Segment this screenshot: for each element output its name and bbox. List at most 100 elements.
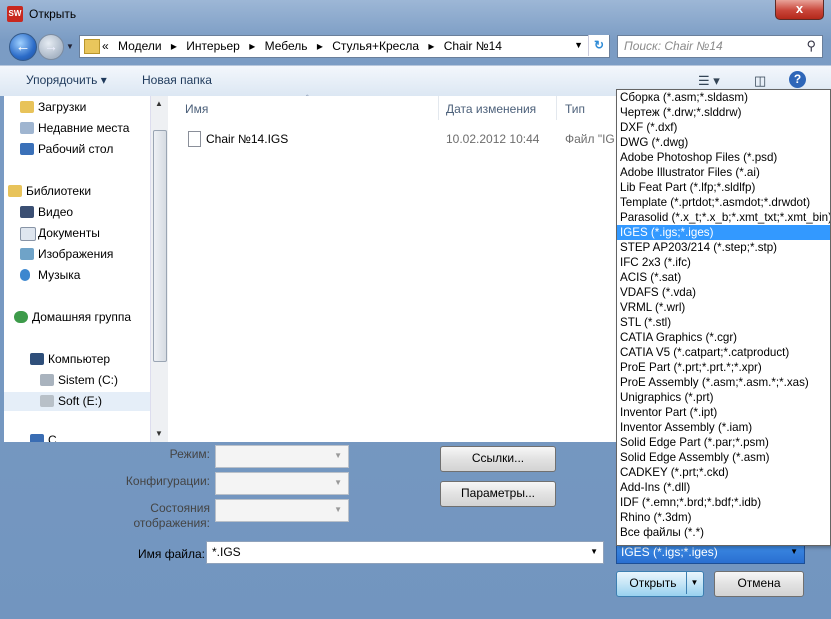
nav-item-desktop[interactable]: Рабочий стол (20, 142, 113, 160)
file-type-option[interactable]: STEP AP203/214 (*.step;*.stp) (617, 240, 830, 255)
options-button[interactable]: Параметры... (440, 481, 556, 507)
navigation-pane[interactable]: Загрузки Недавние места Рабочий стол Биб… (4, 96, 150, 442)
nav-item-drive-e[interactable]: Soft (E:) (40, 394, 102, 412)
nav-item-music[interactable]: Музыка (20, 268, 80, 286)
scroll-down-icon[interactable]: ▼ (155, 429, 163, 438)
forward-arrow-icon[interactable]: → (38, 34, 64, 60)
nav-scrollbar[interactable]: ▲ ▼ (150, 96, 168, 442)
file-type-option[interactable]: IFC 2x3 (*.ifc) (617, 255, 830, 270)
breadcrumb-item[interactable]: Chair №14 (444, 39, 502, 53)
file-type-option[interactable]: Сборка (*.asm;*.sldasm) (617, 90, 830, 105)
column-separator[interactable] (556, 96, 557, 120)
nav-item-video[interactable]: Видео (20, 205, 73, 223)
new-folder-button[interactable]: Новая папка (142, 73, 212, 87)
breadcrumb-overflow[interactable]: « (102, 39, 109, 53)
file-type-option[interactable]: CADKEY (*.prt;*.ckd) (617, 465, 830, 480)
file-type-option[interactable]: Lib Feat Part (*.lfp;*.sldlfp) (617, 180, 830, 195)
nav-item-computer[interactable]: Компьютер (30, 352, 111, 370)
breadcrumb-item[interactable]: Стулья+Кресла (332, 39, 419, 53)
file-type-option[interactable]: DXF (*.dxf) (617, 120, 830, 135)
filename-input[interactable]: *.IGS ▼ (206, 541, 604, 564)
search-input[interactable]: Поиск: Chair №14 ⚲ (617, 35, 823, 58)
desktop-icon (20, 143, 34, 155)
breadcrumb-item[interactable]: Интерьер (186, 39, 240, 53)
file-type-option[interactable]: VRML (*.wrl) (617, 300, 830, 315)
nav-item-network[interactable]: С... (30, 433, 67, 442)
file-type-option[interactable]: Adobe Illustrator Files (*.ai) (617, 165, 830, 180)
file-type-option[interactable]: Adobe Photoshop Files (*.psd) (617, 150, 830, 165)
view-options-icon[interactable]: ☰ ▾ (698, 73, 720, 89)
column-header-date[interactable]: Дата изменения (446, 102, 536, 116)
music-note-icon (20, 269, 30, 281)
drive-icon (40, 395, 54, 407)
file-type-option[interactable]: IDF (*.emn;*.brd;*.bdf;*.idb) (617, 495, 830, 510)
video-icon (20, 206, 34, 218)
address-dropdown-icon[interactable]: ▼ (574, 40, 583, 50)
title-bar[interactable]: SW Открыть x (0, 0, 831, 30)
column-header-type[interactable]: Тип (565, 102, 585, 116)
open-options-chevron-icon[interactable]: ▼ (686, 572, 702, 594)
recent-locations-chevron-icon[interactable]: ▼ (66, 42, 74, 51)
file-type-option[interactable]: CATIA Graphics (*.cgr) (617, 330, 830, 345)
file-type-option[interactable]: VDAFS (*.vda) (617, 285, 830, 300)
file-type-option[interactable]: Solid Edge Assembly (*.asm) (617, 450, 830, 465)
references-button[interactable]: Ссылки... (440, 446, 556, 472)
file-type-dropdown-list[interactable]: Сборка (*.asm;*.sldasm) Чертеж (*.drw;*.s… (616, 89, 831, 546)
breadcrumb-separator[interactable]: ▸ (171, 39, 177, 53)
nav-item-pictures[interactable]: Изображения (20, 247, 114, 265)
breadcrumb-separator[interactable]: ▸ (249, 39, 255, 53)
documents-icon (20, 227, 36, 241)
file-type-option[interactable]: IGES (*.igs;*.iges) (617, 225, 830, 240)
chevron-down-icon[interactable]: ▼ (590, 547, 598, 556)
nav-item-label: Изображения (38, 247, 114, 261)
file-type-option[interactable]: ProE Assembly (*.asm;*.asm.*;*.xas) (617, 375, 830, 390)
file-type-option[interactable]: Inventor Part (*.ipt) (617, 405, 830, 420)
nav-item-recent[interactable]: Недавние места (20, 121, 129, 139)
column-header-name[interactable]: Имя (185, 102, 208, 116)
file-type-option[interactable]: ProE Part (*.prt;*.prt.*;*.xpr) (617, 360, 830, 375)
recent-places-icon (20, 122, 34, 134)
file-type-option[interactable]: Solid Edge Part (*.par;*.psm) (617, 435, 830, 450)
search-icon[interactable]: ⚲ (806, 38, 816, 54)
search-placeholder: Поиск: Chair №14 (624, 39, 723, 53)
configurations-label: Конфигурации: (125, 474, 210, 488)
address-bar[interactable]: « Модели ▸ Интерьер ▸ Мебель ▸ Стулья+Кр… (79, 35, 610, 58)
back-arrow-icon[interactable]: ← (9, 33, 37, 61)
nav-item-downloads[interactable]: Загрузки (20, 100, 86, 118)
file-type-option[interactable]: Parasolid (*.x_t;*.x_b;*.xmt_txt;*.xmt_b… (617, 210, 830, 225)
scroll-up-icon[interactable]: ▲ (155, 99, 163, 108)
file-type-option[interactable]: Inventor Assembly (*.iam) (617, 420, 830, 435)
breadcrumb-item[interactable]: Мебель (265, 39, 308, 53)
nav-item-label: Sistem (C:) (58, 373, 118, 387)
refresh-icon[interactable]: ↻ (588, 35, 609, 56)
nav-item-libraries[interactable]: Библиотеки (8, 184, 91, 202)
close-button[interactable]: x (775, 0, 824, 20)
nav-item-homegroup[interactable]: Домашняя группа (14, 310, 131, 328)
nav-item-documents[interactable]: Документы (20, 226, 100, 244)
file-type-option[interactable]: Все файлы (*.*) (617, 525, 830, 540)
chevron-down-icon[interactable]: ▼ (790, 547, 798, 556)
nav-item-drive-c[interactable]: Sistem (C:) (40, 373, 118, 391)
file-type-option[interactable]: Чертеж (*.drw;*.slddrw) (617, 105, 830, 120)
breadcrumb-separator[interactable]: ▸ (428, 39, 434, 53)
scroll-thumb[interactable] (153, 130, 167, 362)
chevron-down-icon: ▼ (334, 451, 342, 460)
help-icon[interactable]: ? (789, 71, 806, 88)
folder-icon (84, 39, 100, 54)
file-type-option[interactable]: STL (*.stl) (617, 315, 830, 330)
file-type-option[interactable]: Unigraphics (*.prt) (617, 390, 830, 405)
file-list[interactable]: Имя ˆ Дата изменения Тип Chair №14.IGS 1… (168, 94, 618, 442)
file-type-option[interactable]: DWG (*.dwg) (617, 135, 830, 150)
preview-pane-icon[interactable]: ◫ (754, 73, 766, 89)
file-type-option[interactable]: ACIS (*.sat) (617, 270, 830, 285)
organize-button[interactable]: Упорядочить ▾ (26, 73, 107, 87)
file-type-option[interactable]: Add-Ins (*.dll) (617, 480, 830, 495)
file-type-option[interactable]: Template (*.prtdot;*.asmdot;*.drwdot) (617, 195, 830, 210)
column-separator[interactable] (438, 96, 439, 120)
breadcrumb-separator[interactable]: ▸ (317, 39, 323, 53)
breadcrumb-item[interactable]: Модели (118, 39, 162, 53)
file-type-option[interactable]: Rhino (*.3dm) (617, 510, 830, 525)
cancel-button[interactable]: Отмена (714, 571, 804, 597)
nav-item-label: Компьютер (48, 352, 111, 366)
file-type-option[interactable]: CATIA V5 (*.catpart;*.catproduct) (617, 345, 830, 360)
